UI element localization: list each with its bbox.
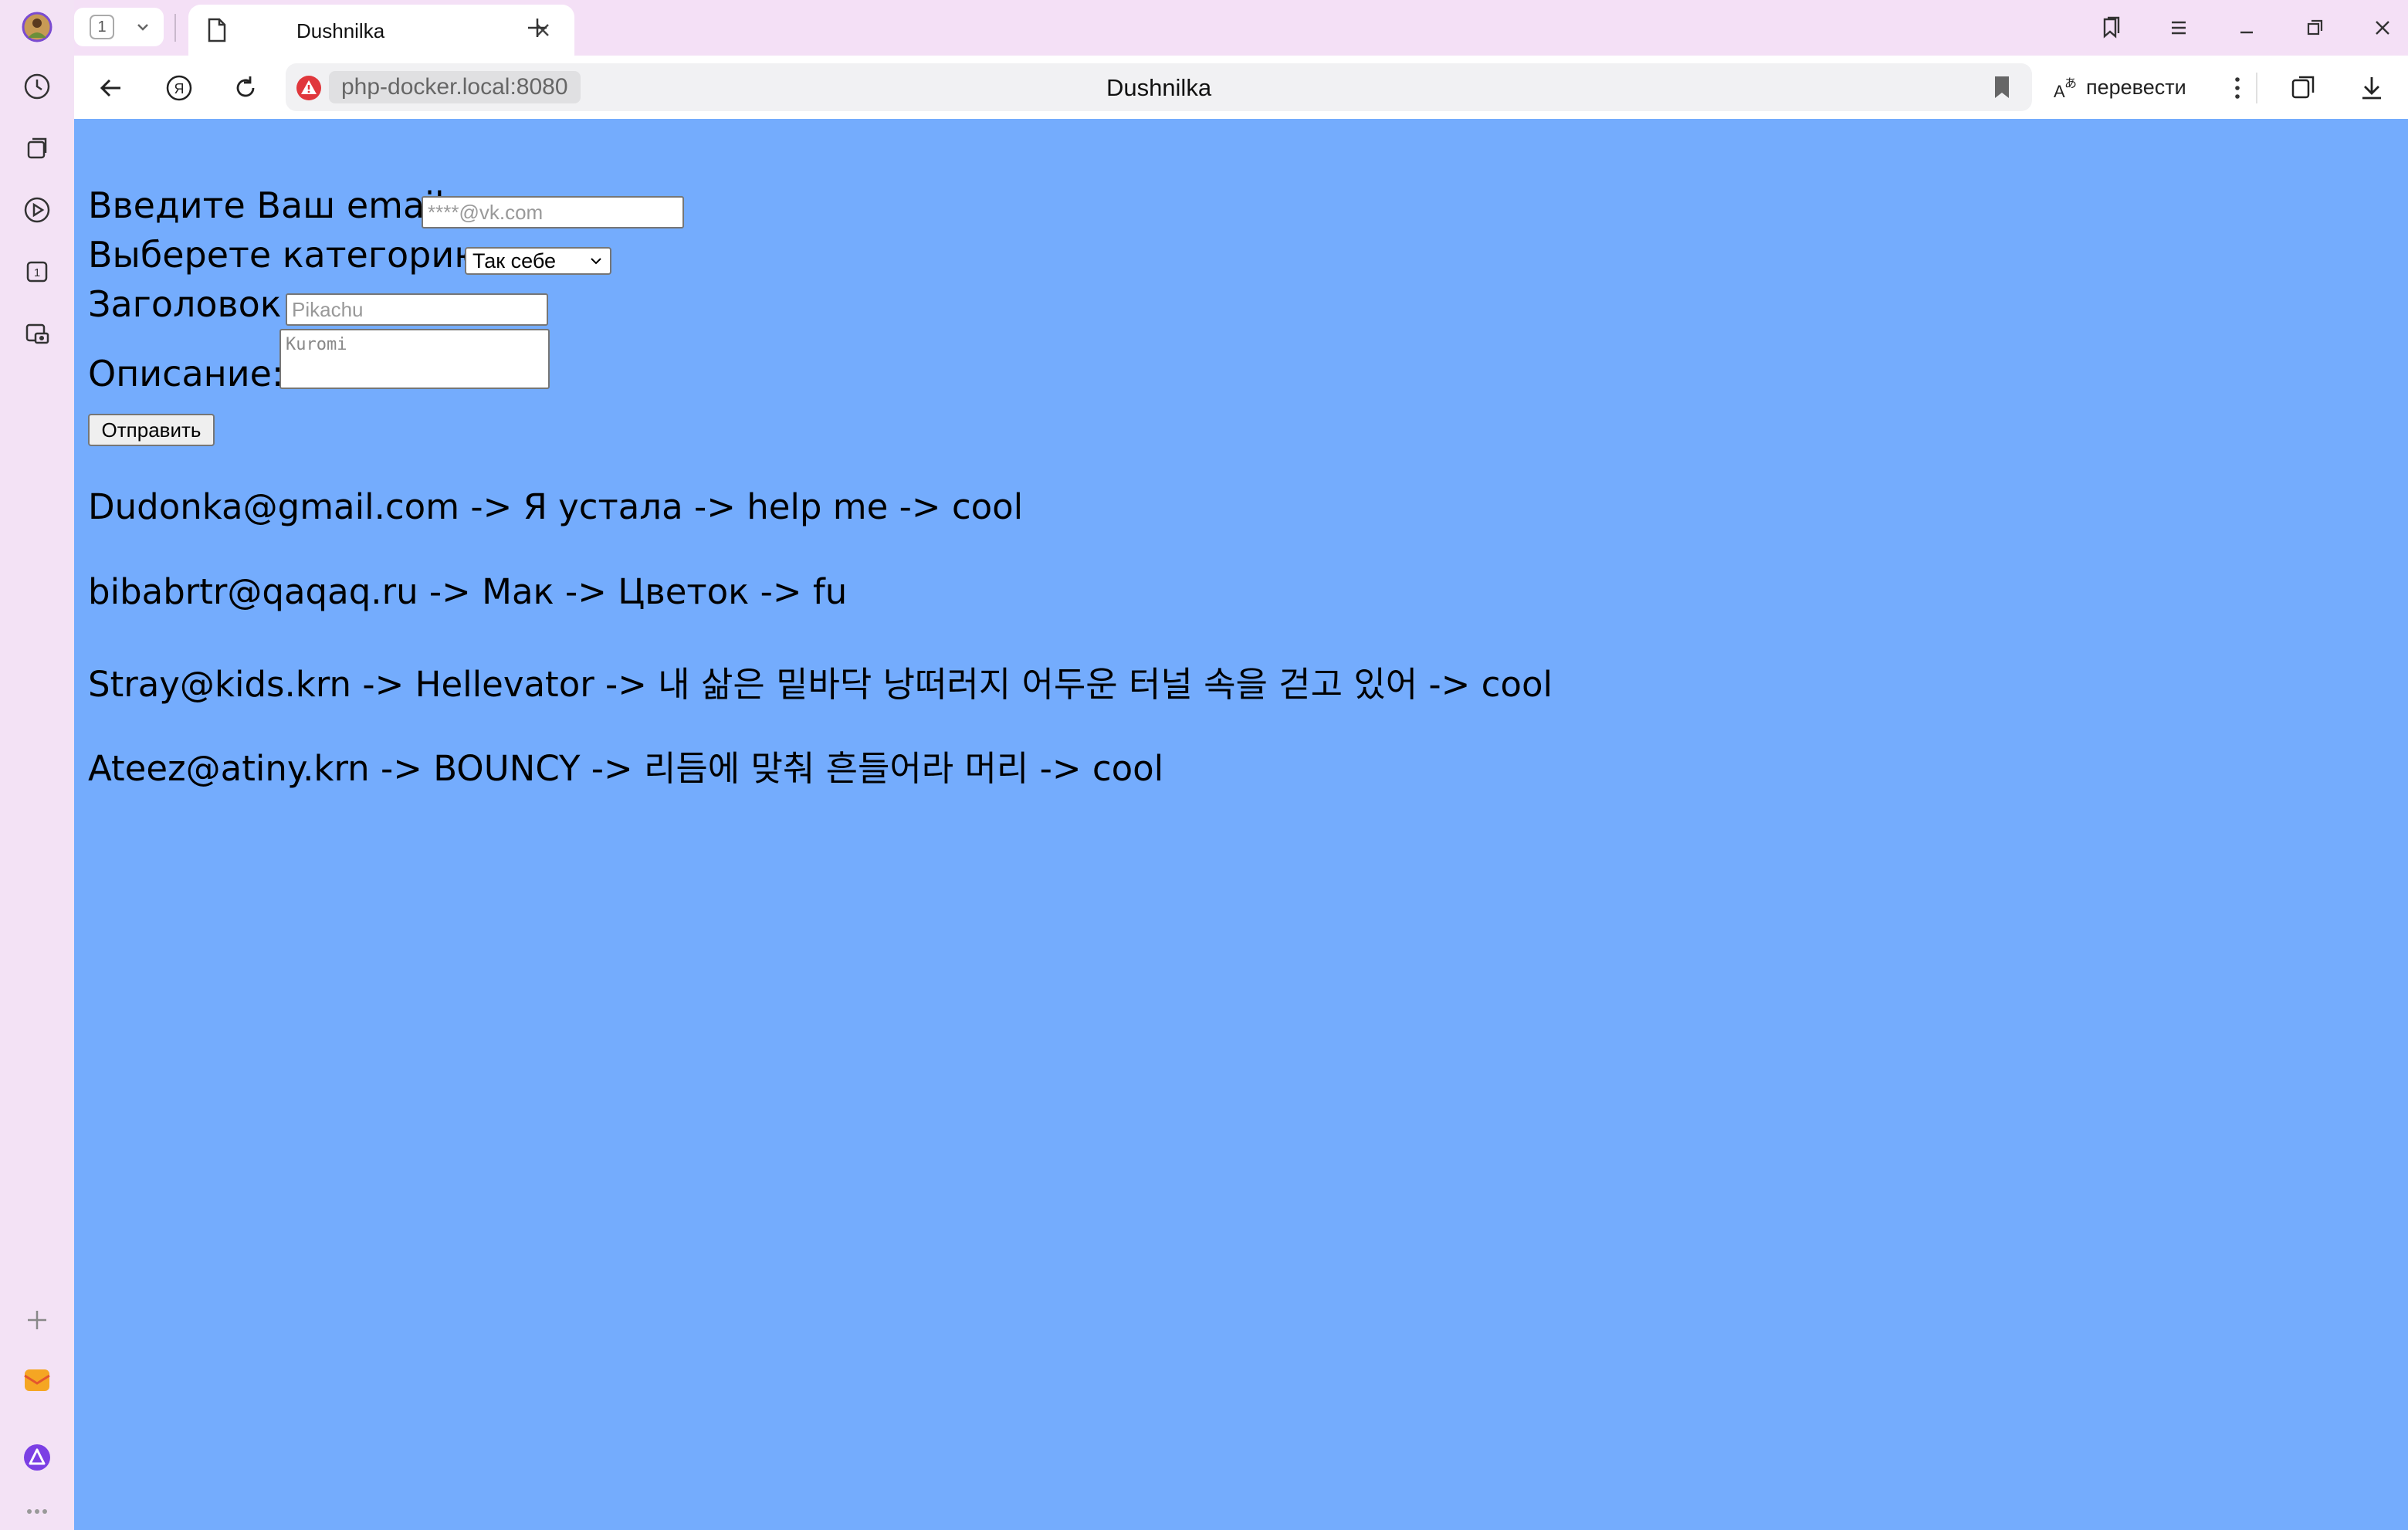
toolbar-separator <box>2256 73 2257 103</box>
alice-assistant-button[interactable] <box>14 1434 60 1481</box>
entry-item: Stray@kids.krn -> Hellevator -> 내 삶은 밑바닥… <box>88 664 1553 705</box>
translate-button[interactable]: Aあ перевести <box>2051 66 2244 108</box>
submit-button[interactable]: Отправить <box>88 414 215 446</box>
document-icon <box>208 18 226 42</box>
bookmark-icon[interactable] <box>1990 74 2013 100</box>
title-label: Заголовок: <box>88 283 294 325</box>
back-arrow-icon[interactable] <box>94 71 128 105</box>
alice-icon <box>24 1444 50 1471</box>
avatar-icon <box>22 12 52 42</box>
svg-text:A: A <box>2054 82 2065 101</box>
new-tab-icon[interactable] <box>520 11 554 45</box>
category-selected-value: Так себе <box>472 249 556 272</box>
close-window-button[interactable] <box>2364 11 2401 45</box>
browser-toolbar: Я php-docker.local:8080 Dushnilka Aあ пер… <box>74 56 2408 119</box>
translate-label: перевести <box>2086 75 2186 99</box>
tab-title: Dushnilka <box>296 19 385 42</box>
menu-button[interactable] <box>2160 11 2197 45</box>
chevron-down-icon <box>137 24 148 31</box>
bookmarks-panel-button[interactable] <box>2092 11 2129 45</box>
svg-text:あ: あ <box>2064 76 2077 90</box>
more-dots-icon <box>27 1509 47 1514</box>
description-textarea[interactable]: Kuromi <box>279 329 550 389</box>
email-label: Введите Ваш email: <box>88 184 457 226</box>
yandex-logo-icon[interactable]: Я <box>162 71 196 105</box>
media-button[interactable] <box>14 187 60 233</box>
tab-dushnilka[interactable]: Dushnilka <box>188 5 574 56</box>
chevron-down-icon <box>591 258 601 265</box>
history-button[interactable] <box>14 63 60 110</box>
hamburger-menu-icon <box>2172 21 2186 35</box>
reload-icon[interactable] <box>229 71 262 105</box>
collections-icon <box>27 137 47 159</box>
tab-group-button[interactable]: 1 <box>74 8 164 46</box>
entry-item: Ateez@atiny.krn -> BOUNCY -> 리듬에 맞춰 흔들어라… <box>88 748 1164 789</box>
download-icon[interactable] <box>2355 71 2389 105</box>
plus-icon <box>28 1311 46 1329</box>
restore-button[interactable] <box>2296 11 2333 45</box>
browser-sidebar: 1 <box>0 0 74 1530</box>
collections-button[interactable] <box>14 125 60 171</box>
page-content: Введите Ваш email: ****@vk.com Выберете … <box>74 119 2408 1530</box>
screenshot-button[interactable] <box>14 310 60 357</box>
tab-strip: 1 Dushnilka <box>74 0 2408 56</box>
page-title: Dushnilka <box>1106 74 1212 101</box>
clock-icon <box>24 73 50 100</box>
close-icon <box>2376 21 2389 35</box>
more-button[interactable] <box>14 1484 60 1530</box>
translate-icon: Aあ <box>2054 76 2077 101</box>
category-label: Выберете категорию: <box>88 234 496 276</box>
profile-avatar[interactable] <box>14 4 60 50</box>
address-bar[interactable]: php-docker.local:8080 Dushnilka <box>286 63 2032 111</box>
bookmarks-icon <box>2103 16 2120 39</box>
tab-count-badge: 1 <box>90 15 114 39</box>
tab-separator <box>174 14 176 42</box>
email-field[interactable]: ****@vk.com <box>422 196 684 228</box>
extensions-icon[interactable] <box>2287 71 2321 105</box>
more-vertical-icon[interactable] <box>2220 71 2254 105</box>
entry-item: Dudonka@gmail.com -> Я устала -> help me… <box>88 486 1024 527</box>
tab-count-button[interactable]: 1 <box>14 249 60 295</box>
entry-item: bibabrtr@qaqaq.ru -> Мак -> Цветок -> fu <box>88 571 848 612</box>
tab-count-icon: 1 <box>26 261 48 283</box>
category-select[interactable]: Так себе <box>465 247 611 275</box>
title-field[interactable]: Pikachu <box>286 293 548 326</box>
add-sidebar-item-button[interactable] <box>14 1297 60 1343</box>
mail-button[interactable] <box>14 1357 60 1403</box>
play-icon <box>24 197 50 223</box>
minimize-icon <box>2240 31 2253 34</box>
svg-text:Я: Я <box>174 81 185 96</box>
minimize-button[interactable] <box>2228 11 2265 45</box>
svg-text:1: 1 <box>34 266 40 279</box>
mail-icon <box>24 1369 50 1391</box>
restore-icon <box>2307 19 2323 36</box>
camera-icon <box>25 323 49 344</box>
description-label: Описание: <box>88 353 284 394</box>
